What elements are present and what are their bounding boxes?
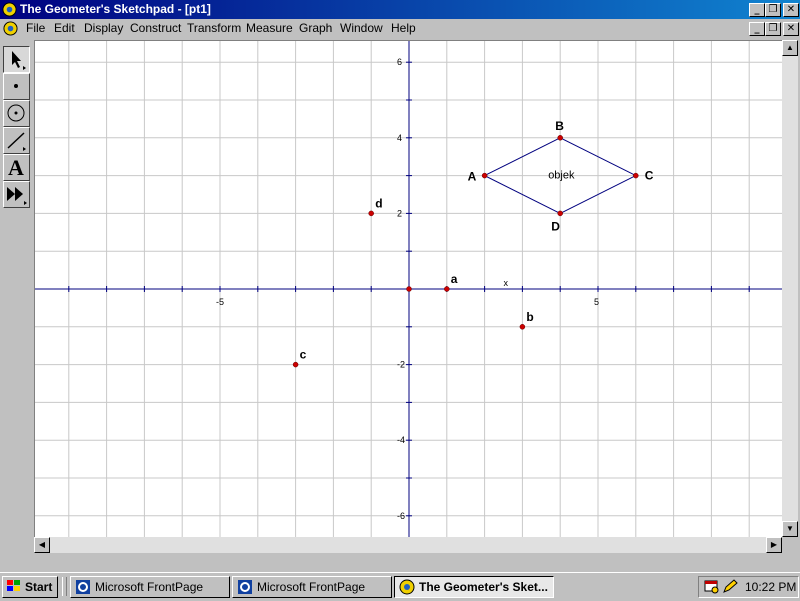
arrow-icon [12,51,26,70]
task-frontpage-2[interactable]: Microsoft FrontPage [232,576,392,598]
point-icon [14,84,18,88]
vertex-label-C: C [645,169,654,183]
windows-logo-icon [7,580,20,591]
scroll-right-button[interactable]: ▶ [766,537,782,553]
vertical-scrollbar[interactable]: ▲ ▼ [782,40,798,537]
y-tick-label: -6 [397,511,405,521]
circle-icon [7,104,25,122]
segment-icon [7,132,26,151]
clock[interactable]: 10:22 PM [745,580,796,594]
text-tool[interactable]: A [3,154,30,181]
taskbar: Start Microsoft FrontPage Microsoft Fron… [0,572,800,601]
menu-display[interactable]: Display [84,21,123,35]
menu-window[interactable]: Window [340,21,383,35]
straightedge-tool[interactable] [3,127,30,154]
y-tick-label: -4 [397,435,405,445]
task-label: Microsoft FrontPage [95,580,204,594]
vertex-label-B: B [555,119,564,133]
window-title: The Geometer's Sketchpad - [pt1] [20,2,211,16]
menu-measure[interactable]: Measure [246,21,293,35]
system-tray: 10:22 PM [698,576,799,598]
script-tool[interactable] [3,181,30,208]
document-system-icon[interactable] [3,21,18,36]
start-button[interactable]: Start [2,576,58,598]
selection-arrow-tool[interactable] [3,46,30,73]
task-label: The Geometer's Sket... [419,580,548,594]
point-label-d: d [375,196,382,210]
menu-edit[interactable]: Edit [54,21,75,35]
point-label-b: b [526,310,533,324]
point-tool[interactable] [3,73,30,100]
title-bar: The Geometer's Sketchpad - [pt1] _ ❐ ✕ [0,0,800,19]
y-tick-label: 6 [397,57,402,67]
y-tick-label: -2 [397,360,405,370]
rhombus-caption: objek [548,170,575,182]
task-sketchpad[interactable]: The Geometer's Sket... [394,576,554,598]
point-label-c: c [300,348,307,362]
point-label-a: a [451,272,458,286]
point-d [368,210,374,217]
sketchpad-icon [399,579,415,595]
start-label: Start [25,580,53,594]
vertex-point-D [557,210,563,217]
taskbar-grip [62,577,67,596]
origin-point [406,286,412,292]
doc-close-button[interactable]: ✕ [783,22,799,36]
vertex-label-D: D [551,219,560,233]
x-axis-label: x [504,278,509,288]
frontpage-icon [76,580,90,594]
task-frontpage-1[interactable]: Microsoft FrontPage [70,576,230,598]
scroll-left-button[interactable]: ◀ [34,537,50,553]
menu-transform[interactable]: Transform [187,21,241,35]
scheduler-tray-icon[interactable] [703,578,721,594]
scroll-down-button[interactable]: ▼ [782,521,798,537]
menu-file[interactable]: File [26,21,45,35]
frontpage-icon [238,580,252,594]
point-b [519,324,526,330]
close-button[interactable]: ✕ [783,3,799,17]
coordinate-plane[interactable]: -5 5 6 4 2 -2 -4 -6 x A B C Dobjek a b c d [35,41,783,538]
vertex-point-B [557,135,563,141]
doc-restore-button[interactable]: ❐ [765,22,781,36]
menu-construct[interactable]: Construct [130,21,181,35]
x-tick-label: -5 [216,297,224,307]
x-tick-label: 5 [594,297,599,307]
scroll-corner [782,537,798,553]
scroll-up-button[interactable]: ▲ [782,40,798,56]
menu-graph[interactable]: Graph [299,21,332,35]
fast-forward-icon [7,187,27,205]
y-tick-label: 2 [397,208,402,218]
menu-bar: File Edit Display Construct Transform Me… [0,19,800,38]
y-tick-label: 4 [397,133,402,143]
pencil-tray-icon[interactable] [721,578,739,594]
vertex-point-A [481,172,488,179]
restore-button[interactable]: ❐ [765,3,781,17]
sketchpad-app-icon[interactable] [2,2,17,17]
menu-help[interactable]: Help [391,21,416,35]
text-A-icon: A [8,155,24,180]
vertex-label-A: A [468,170,477,184]
minimize-button[interactable]: _ [749,3,765,17]
toolbox: A [2,44,31,214]
compass-tool[interactable] [3,100,30,127]
vertex-point-C [633,172,639,179]
doc-minimize-button[interactable]: _ [749,22,765,36]
sketch-canvas[interactable]: -5 5 6 4 2 -2 -4 -6 x A B C Dobjek a b c d [34,40,783,538]
task-label: Microsoft FrontPage [257,580,366,594]
horizontal-scrollbar[interactable]: ◀ ▶ [34,537,782,553]
point-a [444,286,450,292]
point-c [292,361,299,368]
